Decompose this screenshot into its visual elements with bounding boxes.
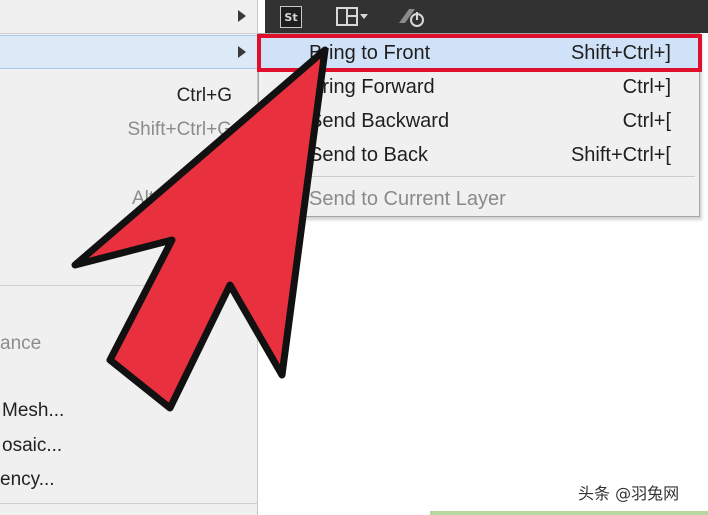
object-menu: Ctrl+G Shift+Ctrl+G Alt ance Mesh... osa… xyxy=(0,0,258,515)
menu-label: Bring Forward xyxy=(309,76,435,98)
menu-label: Send to Current Layer xyxy=(309,188,506,210)
menu-item-send-to-current-layer[interactable]: Send to Current Layer xyxy=(259,183,699,215)
menu-item-transparency[interactable]: ency... xyxy=(0,466,258,496)
arrange-documents-icon[interactable] xyxy=(335,6,371,28)
menu-separator xyxy=(303,176,695,177)
adobe-stock-icon[interactable]: St xyxy=(280,6,302,28)
menu-item-appearance[interactable]: ance xyxy=(0,330,258,360)
menu-item-arrange[interactable] xyxy=(0,35,258,69)
adobe-stock-label: St xyxy=(284,10,298,24)
menu-shortcut: Shift+Ctrl+G xyxy=(127,119,232,140)
submenu-caret-icon xyxy=(238,10,246,22)
menu-label: Send Backward xyxy=(309,110,450,132)
menu-shortcut: Ctrl+G xyxy=(176,85,232,106)
menu-item-send-backward[interactable]: Send Backward Ctrl+[ xyxy=(259,105,699,137)
menu-item-bring-forward[interactable]: Bring Forward Ctrl+] xyxy=(259,71,699,103)
watermark-text: 头条 @羽兔网 xyxy=(578,484,680,503)
menu-shortcut: Ctrl+] xyxy=(622,76,671,98)
menu-item-group[interactable]: Ctrl+G xyxy=(0,82,258,112)
canvas-edge xyxy=(430,511,708,515)
submenu-caret-icon xyxy=(238,46,246,58)
menu-item-lock[interactable]: Alt xyxy=(0,185,258,215)
menu-item-mosaic[interactable]: osaic... xyxy=(0,432,258,462)
menu-label: ency... xyxy=(0,469,55,490)
menu-item-transform[interactable] xyxy=(0,2,258,32)
application-bar: St xyxy=(265,0,708,33)
menu-label: ance xyxy=(0,333,42,354)
menu-label: osaic... xyxy=(2,435,63,456)
menu-item-send-to-back[interactable]: Send to Back Shift+Ctrl+[ xyxy=(259,139,699,171)
menu-label: Mesh... xyxy=(2,400,65,421)
menu-item-ungroup[interactable]: Shift+Ctrl+G xyxy=(0,116,258,146)
menu-shortcut: Shift+Ctrl+[ xyxy=(570,144,671,166)
menu-separator xyxy=(0,33,258,34)
menu-separator xyxy=(0,285,258,286)
menu-shortcut: Ctrl+[ xyxy=(622,110,671,132)
highlight-box xyxy=(257,34,702,72)
gpu-performance-icon[interactable] xyxy=(395,6,427,28)
menu-item-gradient-mesh[interactable]: Mesh... xyxy=(0,397,258,427)
menu-separator xyxy=(0,503,258,504)
menu-shortcut: Alt xyxy=(132,188,155,209)
menu-label: Send to Back xyxy=(309,144,428,166)
